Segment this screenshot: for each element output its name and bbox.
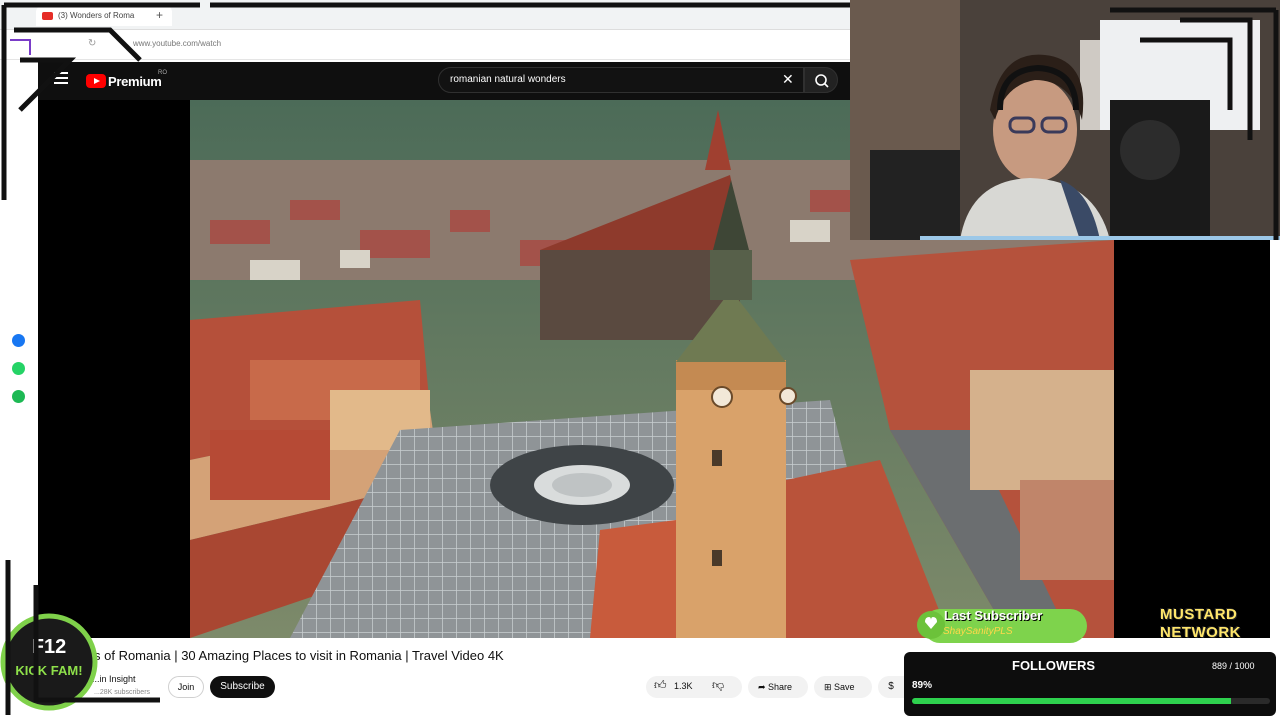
browser-tab[interactable]: (3) Wonders of Roma bbox=[36, 6, 172, 26]
search-input[interactable]: romanian natural wonders bbox=[450, 74, 566, 85]
youtube-logo-icon[interactable] bbox=[86, 74, 106, 88]
browser-tab-title: (3) Wonders of Roma bbox=[58, 11, 135, 20]
subscribe-button[interactable]: Subscribe bbox=[210, 676, 275, 698]
subscriber-count: ...28K subscribers bbox=[94, 689, 151, 696]
player-letterbox-right bbox=[1114, 240, 1280, 638]
kick-badge-line2: KICK FAM! bbox=[15, 663, 82, 678]
save-button[interactable]: ⊞ Save bbox=[814, 676, 872, 698]
address-bar bbox=[0, 30, 850, 60]
channel-name[interactable]: ...in Insight bbox=[92, 674, 136, 684]
page-edge bbox=[1270, 240, 1280, 640]
youtube-premium-label[interactable]: Premium bbox=[108, 74, 162, 89]
youtube-favicon-icon bbox=[42, 12, 53, 20]
last-subscriber-title: Last Subscriber bbox=[944, 608, 1043, 623]
followers-goal-count: 889 / 1000 bbox=[1212, 661, 1255, 671]
join-button[interactable]: Join bbox=[168, 676, 204, 698]
dislike-icon[interactable]: 👎︎ bbox=[712, 678, 724, 693]
search-icon bbox=[815, 74, 829, 88]
url-field[interactable]: www.youtube.com/watch bbox=[133, 39, 221, 48]
thanks-icon: $ bbox=[888, 681, 894, 692]
clear-search-icon[interactable]: ✕ bbox=[782, 71, 794, 88]
save-label: Save bbox=[834, 682, 855, 692]
kick-fam-badge: F12 KICK FAM! bbox=[0, 605, 98, 720]
like-icon[interactable]: 👍︎ bbox=[654, 678, 667, 693]
spotify-icon[interactable] bbox=[12, 390, 25, 403]
search-button[interactable] bbox=[804, 67, 838, 93]
followers-goal-title: FOLLOWERS bbox=[1012, 658, 1096, 673]
region-code: RO bbox=[158, 70, 167, 76]
save-icon: ⊞ bbox=[824, 682, 835, 692]
like-count: 1.3K bbox=[674, 681, 693, 691]
share-icon: ➦ bbox=[758, 682, 769, 692]
hamburger-icon[interactable] bbox=[54, 72, 68, 84]
network-logo-line1: MUSTARD bbox=[1160, 606, 1238, 623]
streamer-camera-image bbox=[850, 0, 1280, 240]
video-title: s of Romania | 30 Amazing Places to visi… bbox=[94, 648, 504, 663]
player-letterbox-left bbox=[38, 100, 190, 638]
messenger-icon[interactable] bbox=[12, 334, 25, 347]
kick-badge-line1: F12 bbox=[32, 636, 66, 658]
whatsapp-icon[interactable] bbox=[12, 362, 25, 375]
last-subscriber-name: ShaySanityPLS bbox=[943, 626, 1013, 637]
followers-progress-fill bbox=[912, 698, 1231, 704]
share-button[interactable]: ➦ Share bbox=[748, 676, 808, 698]
followers-progress-bar bbox=[912, 698, 1270, 704]
new-tab-button[interactable]: + bbox=[156, 8, 163, 22]
share-label: Share bbox=[768, 682, 793, 692]
network-logo-line2: NETWORK bbox=[1160, 624, 1241, 641]
followers-goal-percent: 89% bbox=[912, 680, 933, 691]
reload-icon[interactable]: ↻ bbox=[88, 38, 96, 49]
webcam-feed bbox=[850, 0, 1280, 240]
thanks-button[interactable]: $ bbox=[878, 676, 904, 698]
